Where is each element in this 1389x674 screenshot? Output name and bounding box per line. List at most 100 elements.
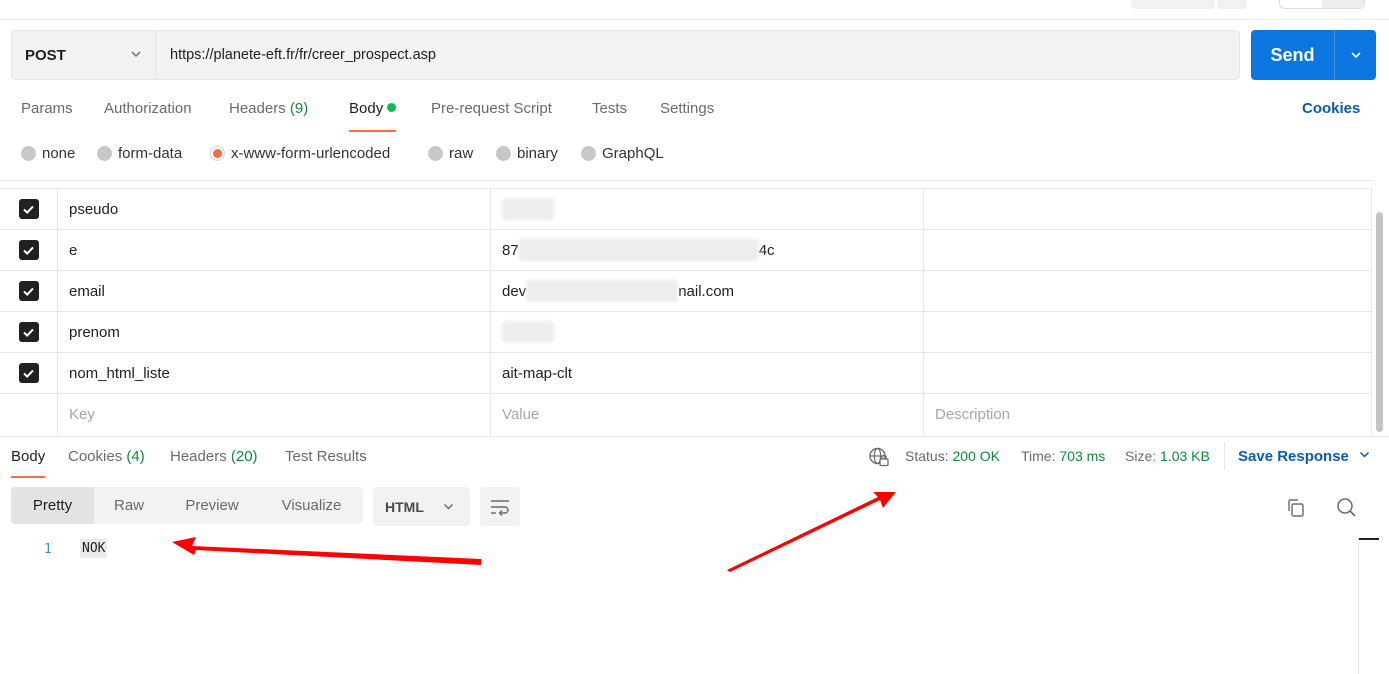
radio-binary[interactable]: binary — [496, 145, 558, 162]
status-value[interactable]: 200 OK — [952, 448, 999, 464]
value-cell[interactable]: 87 4c — [490, 230, 923, 270]
key-cell[interactable]: nom_html_liste — [57, 353, 490, 393]
value-cell[interactable]: dev nail.com — [490, 271, 923, 311]
body-type-radio-group: none form-data x-www-form-urlencoded raw… — [0, 145, 1389, 169]
checkbox-checked-icon[interactable] — [18, 199, 39, 219]
method-select[interactable]: POST — [12, 31, 156, 79]
wrap-lines-button[interactable] — [480, 487, 520, 526]
radio-icon — [496, 146, 511, 161]
key-input[interactable]: Key — [57, 394, 490, 435]
save-response-label: Save Response — [1238, 448, 1349, 465]
value-text: ait-map-clt — [502, 364, 573, 382]
save-response-button[interactable]: Save Response — [1238, 448, 1370, 465]
response-body-editor[interactable]: 1 NOK — [0, 536, 1389, 674]
view-visualize[interactable]: Visualize — [260, 487, 363, 524]
radio-form-data[interactable]: form-data — [97, 145, 182, 162]
time-label: Time: — [1021, 448, 1056, 464]
view-label: Pretty — [32, 497, 73, 514]
table-row: nom_html_liste ait-map-clt — [0, 353, 1372, 394]
radio-selected-icon — [210, 146, 225, 161]
chevron-down-icon — [444, 504, 453, 510]
tab-pre-request-script[interactable]: Pre-request Script — [431, 100, 552, 117]
key-text: prenom — [69, 323, 120, 341]
description-cell[interactable] — [923, 230, 1372, 270]
tab-settings[interactable]: Settings — [660, 100, 714, 117]
toolbar-button[interactable] — [1217, 0, 1247, 9]
request-tabs: Params Authorization Headers (9) Body Pr… — [0, 96, 1389, 132]
key-cell[interactable]: prenom — [57, 312, 490, 352]
params-table: pseudo e 87 4c email dev nail.com prenom n… — [0, 180, 1372, 437]
tab-test-results[interactable]: Test Results — [285, 448, 367, 465]
table-scrollbar[interactable] — [1374, 186, 1384, 434]
key-cell[interactable]: e — [57, 230, 490, 270]
pane-divider[interactable] — [0, 436, 1389, 437]
tab-headers[interactable]: Headers (9) — [229, 100, 308, 117]
url-input[interactable]: https://planete-eft.fr/fr/creer_prospect… — [156, 31, 1239, 79]
tab-tests[interactable]: Tests — [592, 100, 627, 117]
value-cell[interactable]: ait-map-clt — [490, 353, 923, 393]
radio-raw[interactable]: raw — [428, 145, 473, 162]
tab-count: (4) — [126, 448, 145, 465]
cookies-link[interactable]: Cookies — [1302, 100, 1360, 117]
radio-x-www-form-urlencoded[interactable]: x-www-form-urlencoded — [210, 145, 390, 162]
radio-graphql[interactable]: GraphQL — [581, 145, 664, 162]
size-readout: Size: 1.03 KB — [1125, 448, 1210, 464]
size-value[interactable]: 1.03 KB — [1160, 448, 1210, 464]
search-icon[interactable] — [1335, 496, 1357, 518]
radio-icon — [428, 146, 443, 161]
value-cell[interactable] — [490, 312, 923, 352]
table-row: pseudo — [0, 189, 1372, 230]
value-placeholder: Value — [502, 406, 540, 423]
description-cell[interactable] — [923, 189, 1372, 229]
view-preview[interactable]: Preview — [164, 487, 260, 524]
toolbar-toggle[interactable] — [1279, 0, 1365, 9]
view-pretty[interactable]: Pretty — [11, 487, 94, 524]
tab-label: Test Results — [285, 448, 367, 465]
value-cell[interactable] — [490, 189, 923, 229]
radio-label: x-www-form-urlencoded — [231, 145, 391, 162]
send-button[interactable]: Send — [1251, 30, 1376, 80]
language-select[interactable]: HTML — [373, 487, 470, 526]
view-raw[interactable]: Raw — [94, 487, 164, 524]
toolbar-button[interactable] — [1131, 0, 1215, 9]
response-body-text[interactable]: NOK — [80, 539, 108, 558]
tab-response-body[interactable]: Body — [11, 448, 46, 478]
table-row: email dev nail.com — [0, 271, 1372, 312]
radio-none[interactable]: none — [21, 145, 75, 162]
key-cell[interactable]: email — [57, 271, 490, 311]
checkbox-checked-icon[interactable] — [18, 363, 39, 383]
editor-scrollbar[interactable] — [1358, 538, 1379, 674]
value-input[interactable]: Value — [490, 394, 923, 435]
tab-response-cookies[interactable]: Cookies (4) — [68, 448, 145, 465]
key-text: nom_html_liste — [69, 364, 170, 382]
description-cell[interactable] — [923, 312, 1372, 352]
tab-params[interactable]: Params — [21, 100, 73, 117]
time-value[interactable]: 703 ms — [1059, 448, 1105, 464]
description-input[interactable]: Description — [923, 394, 1372, 435]
key-cell[interactable]: pseudo — [57, 189, 490, 229]
description-cell[interactable] — [923, 353, 1372, 393]
description-cell[interactable] — [923, 271, 1372, 311]
tab-count: (9) — [289, 100, 309, 117]
tab-label: Tests — [592, 100, 628, 117]
table-header — [0, 181, 1372, 189]
scrollbar-thumb[interactable] — [1376, 212, 1383, 432]
checkbox-checked-icon[interactable] — [18, 240, 39, 260]
redacted-value — [502, 321, 554, 343]
table-row: prenom — [0, 312, 1372, 353]
checkbox-checked-icon[interactable] — [18, 322, 39, 342]
key-text: email — [69, 282, 105, 300]
send-options-button[interactable] — [1335, 30, 1376, 80]
view-label: Preview — [185, 497, 239, 514]
method-label: POST — [25, 46, 66, 64]
chevron-down-icon — [1359, 451, 1369, 458]
globe-lock-icon[interactable] — [868, 446, 890, 468]
tab-authorization[interactable]: Authorization — [104, 100, 192, 117]
tab-response-headers[interactable]: Headers (20) — [170, 448, 258, 465]
copy-icon[interactable] — [1285, 497, 1307, 519]
divider — [1224, 442, 1225, 470]
checkbox-checked-icon[interactable] — [18, 281, 39, 301]
value-text: nail.com — [678, 282, 735, 300]
radio-label: none — [42, 145, 76, 162]
tab-body[interactable]: Body — [349, 100, 397, 132]
